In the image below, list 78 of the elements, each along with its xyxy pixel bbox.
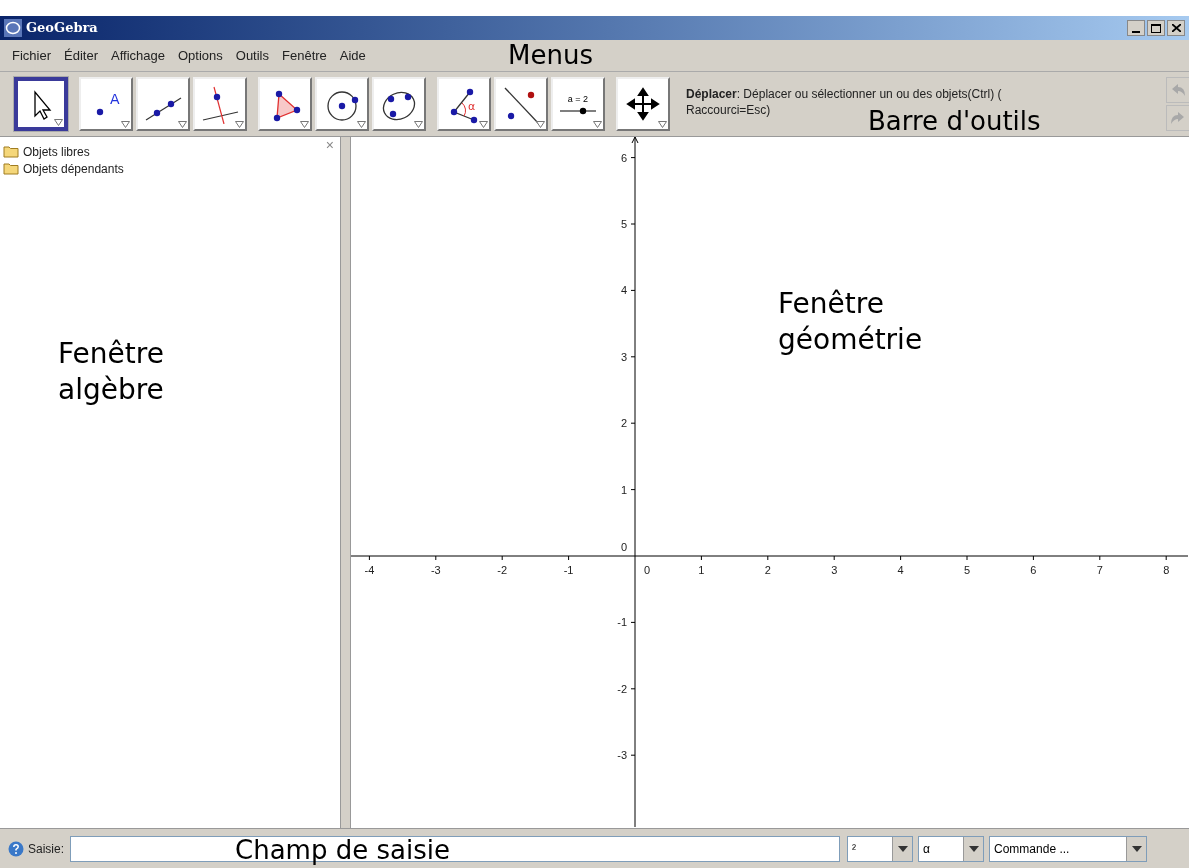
- caret-icon: [1131, 845, 1142, 852]
- dropdown-triangle-icon: [479, 121, 488, 128]
- menu-item[interactable]: Outils: [235, 45, 269, 66]
- maximize-icon: [1151, 23, 1161, 33]
- x-tick-label: -3: [430, 564, 441, 576]
- dropdown[interactable]: Commande ...: [989, 835, 1148, 862]
- y-tick-label: -2: [617, 682, 627, 695]
- dropdown-triangle-icon: [235, 121, 244, 128]
- y-tick-label: 1: [620, 483, 627, 496]
- annotation-label: algèbre: [58, 372, 164, 408]
- y-tick-label: 5: [620, 218, 627, 230]
- menu-item[interactable]: Fenêtre: [282, 45, 327, 66]
- tool-button[interactable]: [14, 77, 68, 131]
- close-pane-button[interactable]: ×: [325, 138, 334, 152]
- x-tick-label: 6: [1030, 564, 1037, 576]
- y-tick-label: 0: [620, 541, 627, 553]
- x-tick-label: 2: [764, 564, 771, 576]
- y-tick-label: 6: [620, 151, 627, 164]
- tool-help-text: Raccourci=Esc): [686, 102, 772, 118]
- perpendicular-tool-icon: [200, 84, 240, 124]
- y-tick-label: 2: [620, 417, 627, 430]
- dropdown-triangle-icon: [414, 121, 423, 128]
- tool-button[interactable]: A: [79, 77, 133, 131]
- menu-item[interactable]: Éditer: [64, 45, 98, 66]
- folder-icon: [3, 145, 19, 158]
- dropdown-triangle-icon: [300, 121, 309, 128]
- close-icon: [1171, 24, 1181, 32]
- annotation-label: Champ de saisie: [235, 834, 450, 866]
- folder-icon: [3, 162, 19, 175]
- close-button[interactable]: [1167, 20, 1185, 36]
- y-tick-label: -3: [617, 749, 627, 762]
- annotation-label: Fenêtre: [778, 286, 885, 322]
- window-title: GeoGebra: [26, 19, 98, 38]
- redo-icon: [1170, 111, 1186, 125]
- menu-item[interactable]: Affichage: [111, 45, 165, 66]
- tool-button[interactable]: α: [437, 77, 491, 131]
- dropdown-triangle-icon: [178, 121, 187, 128]
- dropdown-triangle-icon: [536, 121, 545, 128]
- help-icon: [8, 840, 24, 857]
- x-tick-label: 0: [643, 564, 651, 576]
- x-tick-label: 3: [831, 564, 838, 576]
- annotation-label: Barre d'outils: [868, 108, 1041, 134]
- input-label: Saisie:: [28, 840, 65, 858]
- y-tick-label: -1: [617, 616, 627, 629]
- dropdown-triangle-icon: [121, 121, 130, 128]
- menu-item[interactable]: Options: [177, 45, 223, 66]
- menu-item[interactable]: Fichier: [12, 45, 51, 66]
- tool-help-text: Déplacer: Déplacer ou sélectionner un ou des objets(Ctrl) (: [686, 86, 1002, 102]
- dropdown-triangle-icon: [658, 121, 667, 128]
- x-tick-label: 7: [1096, 564, 1103, 576]
- x-tick-label: -1: [563, 564, 574, 576]
- app-logo-icon: [4, 19, 22, 37]
- tree-item[interactable]: Objets dépendants: [23, 159, 124, 178]
- annotation-label: Fenêtre: [58, 336, 164, 372]
- caret-icon: [897, 845, 908, 852]
- tree-item[interactable]: Objets libres: [23, 142, 90, 161]
- x-tick-label: 5: [963, 564, 971, 576]
- x-tick-label: -2: [497, 564, 508, 576]
- menu-item[interactable]: Aide: [339, 45, 366, 66]
- minimize-icon: [1132, 31, 1140, 33]
- annotation-label: Menus: [508, 42, 593, 68]
- x-tick-label: -4: [364, 564, 375, 576]
- y-tick-label: 3: [620, 350, 627, 363]
- annotation-label: géométrie: [778, 322, 923, 358]
- tool-button[interactable]: a = 2: [551, 77, 605, 131]
- y-tick-label: 4: [620, 284, 627, 297]
- undo-icon: [1170, 83, 1186, 97]
- maximize-button[interactable]: [1147, 20, 1165, 36]
- dropdown[interactable]: α: [918, 835, 985, 862]
- x-tick-label: 1: [698, 564, 705, 576]
- x-tick-label: 4: [897, 564, 904, 576]
- minimize-button[interactable]: [1127, 20, 1145, 36]
- dropdown-triangle-icon: [593, 121, 602, 128]
- dropdown-triangle-icon: [357, 121, 366, 128]
- x-tick-label: 8: [1163, 564, 1170, 576]
- dropdown-triangle-icon: [54, 119, 63, 126]
- caret-icon: [968, 845, 979, 852]
- dropdown[interactable]: ²: [847, 835, 914, 862]
